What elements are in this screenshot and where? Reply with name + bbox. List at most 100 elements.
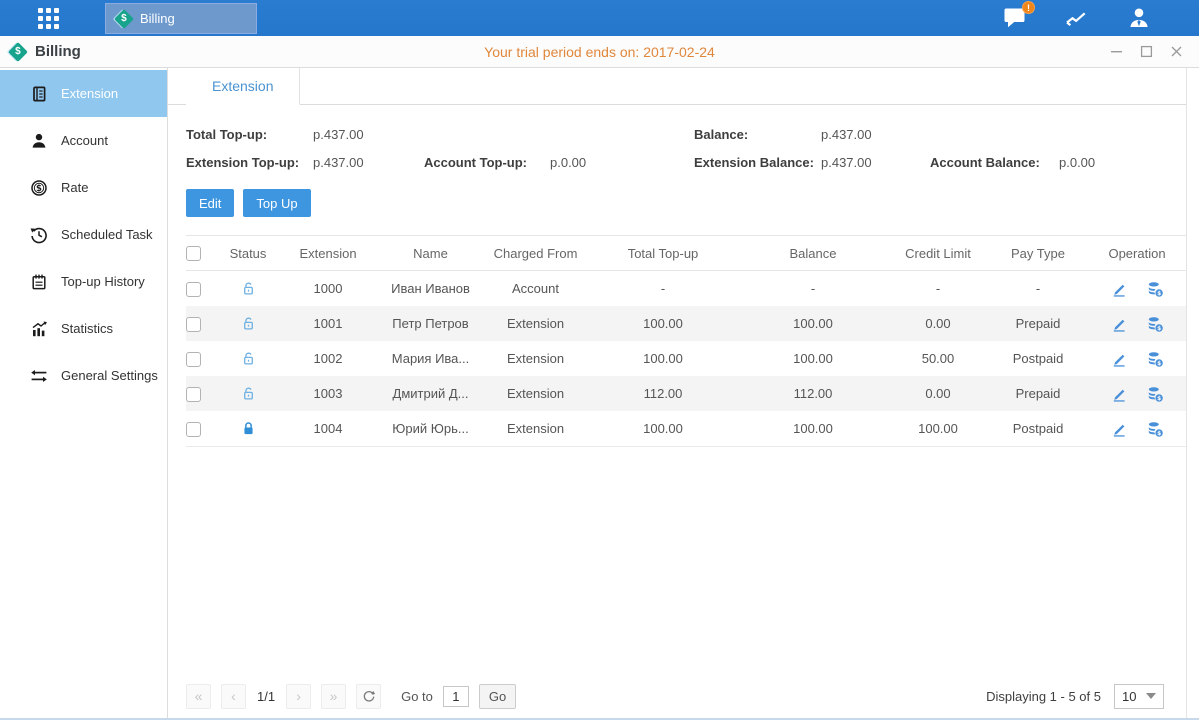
operation-cell: $ bbox=[1088, 315, 1186, 333]
balance-cell: 100.00 bbox=[738, 421, 888, 436]
top-up-button[interactable]: Top Up bbox=[243, 189, 310, 217]
total-topup-cell: 100.00 bbox=[588, 316, 738, 331]
lock-open-icon[interactable] bbox=[240, 385, 257, 402]
sidebar-item-scheduled-task[interactable]: Scheduled Task bbox=[0, 211, 167, 258]
sidebar-item-account[interactable]: Account bbox=[0, 117, 167, 164]
credit-limit-cell: 0.00 bbox=[888, 316, 988, 331]
refresh-icon[interactable] bbox=[356, 684, 381, 709]
sidebar-item-label: Top-up History bbox=[61, 274, 145, 289]
page-size-select[interactable]: 10 bbox=[1114, 684, 1164, 709]
user-account-icon[interactable] bbox=[1127, 7, 1151, 29]
select-all-cell bbox=[186, 245, 218, 261]
app-launcher-grid-icon[interactable] bbox=[38, 8, 59, 29]
name-cell: Мария Ива... bbox=[378, 351, 483, 366]
row-checkbox[interactable] bbox=[186, 387, 201, 402]
first-page-button[interactable]: « bbox=[186, 684, 211, 709]
resource-monitor-chart-icon[interactable] bbox=[1065, 7, 1089, 29]
edit-pencil-icon[interactable] bbox=[1110, 385, 1128, 403]
sidebar-item-label: Account bbox=[61, 133, 108, 148]
edit-pencil-icon[interactable] bbox=[1110, 315, 1128, 333]
summary-value: p.437.00 bbox=[821, 155, 930, 170]
edit-button[interactable]: Edit bbox=[186, 189, 234, 217]
goto-page-input[interactable] bbox=[443, 686, 469, 707]
summary-value: p.437.00 bbox=[313, 127, 424, 142]
sidebar-item-general-settings[interactable]: General Settings bbox=[0, 352, 167, 399]
edit-pencil-icon[interactable] bbox=[1110, 280, 1128, 298]
row-select-cell bbox=[186, 420, 218, 436]
tab-extension[interactable]: Extension bbox=[186, 68, 300, 105]
main-content: Extension Total Top-up:p.437.00Balance:p… bbox=[168, 68, 1187, 718]
row-select-cell bbox=[186, 280, 218, 296]
column-header-operation: Operation bbox=[1088, 246, 1186, 261]
row-checkbox[interactable] bbox=[186, 352, 201, 367]
sidebar-item-top-up-history[interactable]: Top-up History bbox=[0, 258, 167, 305]
row-checkbox[interactable] bbox=[186, 422, 201, 437]
svg-text:$: $ bbox=[1157, 431, 1161, 437]
status-cell bbox=[218, 385, 278, 402]
svg-text:$: $ bbox=[1157, 396, 1161, 402]
next-page-button[interactable]: › bbox=[286, 684, 311, 709]
notifications-chat-icon[interactable]: ! bbox=[1003, 7, 1027, 29]
edit-pencil-icon[interactable] bbox=[1110, 420, 1128, 438]
close-icon[interactable] bbox=[1170, 45, 1183, 58]
topup-coins-icon[interactable]: $ bbox=[1146, 385, 1164, 403]
svg-text:$: $ bbox=[1157, 291, 1161, 297]
lock-closed-icon[interactable] bbox=[240, 420, 257, 437]
operation-cell: $ bbox=[1088, 350, 1186, 368]
pay-type-cell: - bbox=[988, 281, 1088, 296]
lock-open-icon[interactable] bbox=[240, 280, 257, 297]
table-header: StatusExtensionNameCharged FromTotal Top… bbox=[186, 235, 1186, 271]
maximize-icon[interactable] bbox=[1140, 45, 1153, 58]
pay-type-cell: Prepaid bbox=[988, 386, 1088, 401]
row-checkbox[interactable] bbox=[186, 282, 201, 297]
credit-limit-cell: - bbox=[888, 281, 988, 296]
summary-label: Account Balance: bbox=[930, 155, 1059, 170]
operation-cell: $ bbox=[1088, 280, 1186, 298]
page-indicator: 1/1 bbox=[257, 689, 275, 704]
summary-value: p.0.00 bbox=[1059, 155, 1186, 170]
table-row: 1001 Петр Петров Extension 100.00 100.00… bbox=[186, 306, 1186, 341]
sidebar-item-extension[interactable]: Extension bbox=[0, 70, 167, 117]
credit-limit-cell: 100.00 bbox=[888, 421, 988, 436]
topup-coins-icon[interactable]: $ bbox=[1146, 315, 1164, 333]
edit-pencil-icon[interactable] bbox=[1110, 350, 1128, 368]
svg-text:$: $ bbox=[1157, 326, 1161, 332]
billing-app-window: $ Billing ! $ Billing Your trial period … bbox=[0, 0, 1199, 720]
sidebar-item-rate[interactable]: $ Rate bbox=[0, 164, 167, 211]
balance-cell: 100.00 bbox=[738, 316, 888, 331]
lock-open-icon[interactable] bbox=[240, 315, 257, 332]
extension-cell: 1004 bbox=[278, 421, 378, 436]
balance-cell: 112.00 bbox=[738, 386, 888, 401]
extension-cell: 1001 bbox=[278, 316, 378, 331]
charged-from-cell: Extension bbox=[483, 351, 588, 366]
minimize-icon[interactable] bbox=[1110, 45, 1123, 58]
topup-coins-icon[interactable]: $ bbox=[1146, 350, 1164, 368]
select-all-checkbox[interactable] bbox=[186, 246, 201, 261]
sidebar-item-label: Statistics bbox=[61, 321, 113, 336]
prev-page-button[interactable]: ‹ bbox=[221, 684, 246, 709]
window-title: Billing bbox=[35, 43, 81, 60]
row-select-cell bbox=[186, 350, 218, 366]
column-header-credit-limit: Credit Limit bbox=[888, 246, 988, 261]
table-row: 1002 Мария Ива... Extension 100.00 100.0… bbox=[186, 341, 1186, 376]
chevron-down-icon bbox=[1146, 693, 1156, 699]
topup-coins-icon[interactable]: $ bbox=[1146, 420, 1164, 438]
column-header-extension: Extension bbox=[278, 246, 378, 261]
topup-coins-icon[interactable]: $ bbox=[1146, 280, 1164, 298]
total-topup-cell: 100.00 bbox=[588, 351, 738, 366]
total-topup-cell: 112.00 bbox=[588, 386, 738, 401]
status-cell bbox=[218, 280, 278, 297]
page-size-value: 10 bbox=[1122, 689, 1136, 704]
sidebar-item-statistics[interactable]: Statistics bbox=[0, 305, 167, 352]
balance-cell: 100.00 bbox=[738, 351, 888, 366]
pagination-bar: « ‹ 1/1 › » Go to Go Displaying 1 - 5 of… bbox=[186, 682, 1164, 710]
go-button[interactable]: Go bbox=[479, 684, 516, 709]
balance-summary: Total Top-up:p.437.00Balance:p.437.00Ext… bbox=[186, 127, 1186, 170]
lock-open-icon[interactable] bbox=[240, 350, 257, 367]
svg-text:$: $ bbox=[1157, 361, 1161, 367]
billing-app-tab[interactable]: $ Billing bbox=[105, 3, 257, 34]
balance-cell: - bbox=[738, 281, 888, 296]
column-header-name: Name bbox=[378, 246, 483, 261]
last-page-button[interactable]: » bbox=[321, 684, 346, 709]
row-checkbox[interactable] bbox=[186, 317, 201, 332]
